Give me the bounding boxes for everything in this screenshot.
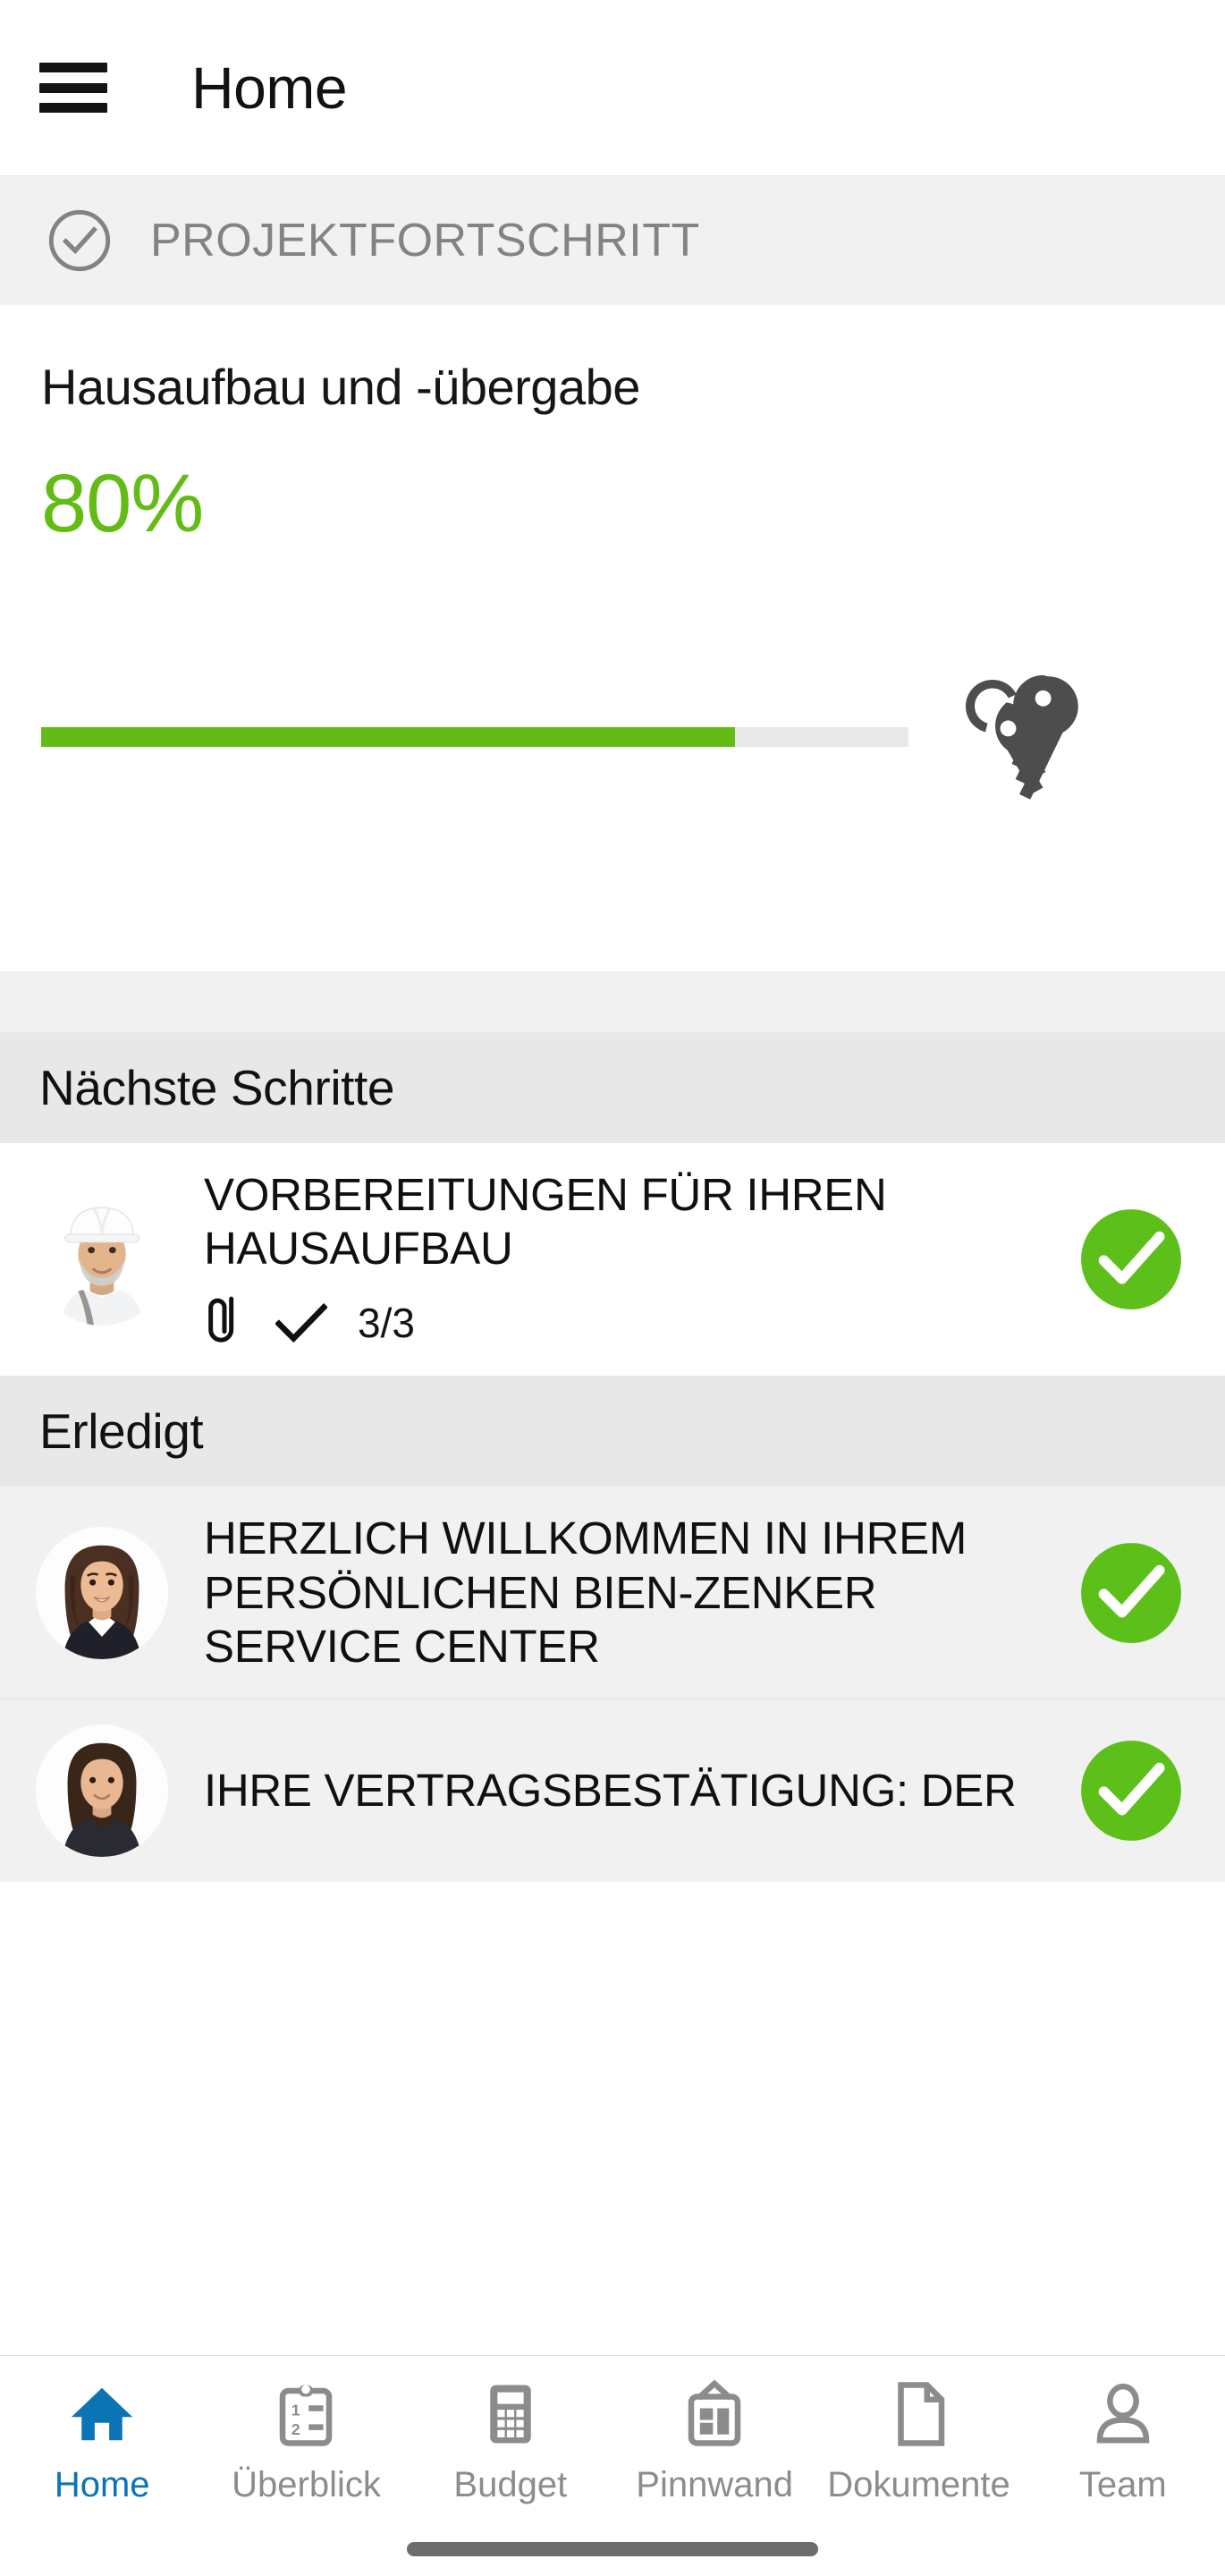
progress-percent-value: 80% [41,458,204,550]
tab-label: Dokumente [827,2465,1010,2504]
progress-fill [41,727,735,748]
person-icon [1096,2383,1150,2444]
task-title: HERZLICH WILLKOMMEN IN IHREM PERSÖNLICHE… [204,1513,967,1672]
calculator-icon [490,2385,531,2444]
avatar-service-consultant [36,1526,168,1659]
progress-track [41,727,908,748]
task-list-done: HERZLICH WILLKOMMEN IN IHREM PERSÖNLICHE… [0,1487,1225,1882]
tab-dokumente[interactable]: Dokumente [816,2379,1020,2503]
task-progress-count: 3/3 [358,1300,415,1347]
task-row[interactable]: HERZLICH WILLKOMMEN IN IHREM PERSÖNLICHE… [0,1487,1225,1699]
home-icon [72,2387,133,2441]
tab-ueberblick[interactable]: 1 2 Überblick [204,2379,408,2503]
keys-icon [966,675,1078,801]
task-list-next-steps: VORBEREITUNGEN FÜR IHREN HAUSAUFBAU 3/3 [0,1143,1225,1377]
tab-pinnwand[interactable]: Pinnwand [612,2379,816,2503]
hamburger-bar [39,103,107,113]
task-row[interactable]: VORBEREITUNGEN FÜR IHREN HAUSAUFBAU 3/3 [0,1143,1225,1376]
tab-budget[interactable]: Budget [409,2379,612,2503]
circle-check-outline-icon [48,209,111,272]
group-header-label: Nächste Schritte [39,1060,395,1115]
hamburger-bar [39,82,107,93]
task-body: VORBEREITUNGEN FÜR IHREN HAUSAUFBAU 3/3 [168,1168,1077,1351]
project-progress-label: PROJEKTFORTSCHRITT [150,215,700,267]
task-title: IHRE VERTRAGSBESTÄTIGUNG: DER [204,1764,1017,1816]
hamburger-bar [39,63,107,72]
avatar-construction-manager [36,1193,168,1326]
svg-text:1: 1 [291,2402,300,2419]
hamburger-menu-icon[interactable] [39,63,107,113]
task-meta: 3/3 [204,1295,1050,1351]
pinboard-icon [688,2379,741,2446]
progress-bar-row [41,652,1184,822]
progress-card[interactable]: Hausaufbau und -übergabe 80% [0,305,1225,971]
app-screen: Home PROJEKTFORTSCHRITT Hausaufbau und -… [0,0,1225,2576]
progress-phase-title: Hausaufbau und -übergabe [41,359,640,415]
section-gap [0,971,1225,1032]
tab-home[interactable]: Home [0,2379,204,2503]
tab-label: Home [54,2465,150,2504]
page-title: Home [191,55,348,121]
tab-team[interactable]: Team [1021,2379,1225,2503]
group-header-done: Erledigt [0,1376,1225,1487]
tab-label: Überblick [232,2465,381,2504]
group-header-next-steps: Nächste Schritte [0,1032,1225,1143]
document-icon [898,2382,945,2446]
task-title: VORBEREITUNGEN FÜR IHREN HAUSAUFBAU [204,1169,887,1275]
tab-label: Team [1078,2465,1167,2504]
check-circle-filled-icon [1081,1209,1181,1310]
svg-text:2: 2 [291,2420,300,2438]
task-row[interactable]: IHRE VERTRAGSBESTÄTIGUNG: DER [0,1698,1225,1882]
task-body: IHRE VERTRAGSBESTÄTIGUNG: DER [168,1764,1077,1818]
avatar-sales-advisor [36,1724,168,1857]
paperclip-icon [208,1297,234,1343]
check-circle-filled-icon [1081,1542,1181,1643]
task-body: HERZLICH WILLKOMMEN IN IHREM PERSÖNLICHE… [168,1512,1077,1674]
tab-label: Budget [453,2465,568,2504]
bottom-tab-bar: Home 1 2 Überblick Budget Pinnwand Dokum… [0,2355,1225,2576]
home-indicator [407,2542,818,2556]
tab-label: Pinnwand [636,2465,793,2504]
project-progress-band: PROJEKTFORTSCHRITT [0,175,1225,305]
app-header: Home [0,0,1225,175]
group-header-label: Erledigt [39,1403,204,1460]
check-icon [275,1303,327,1343]
clipboard-list-icon: 1 2 [280,2385,333,2446]
check-circle-filled-icon [1081,1740,1181,1841]
